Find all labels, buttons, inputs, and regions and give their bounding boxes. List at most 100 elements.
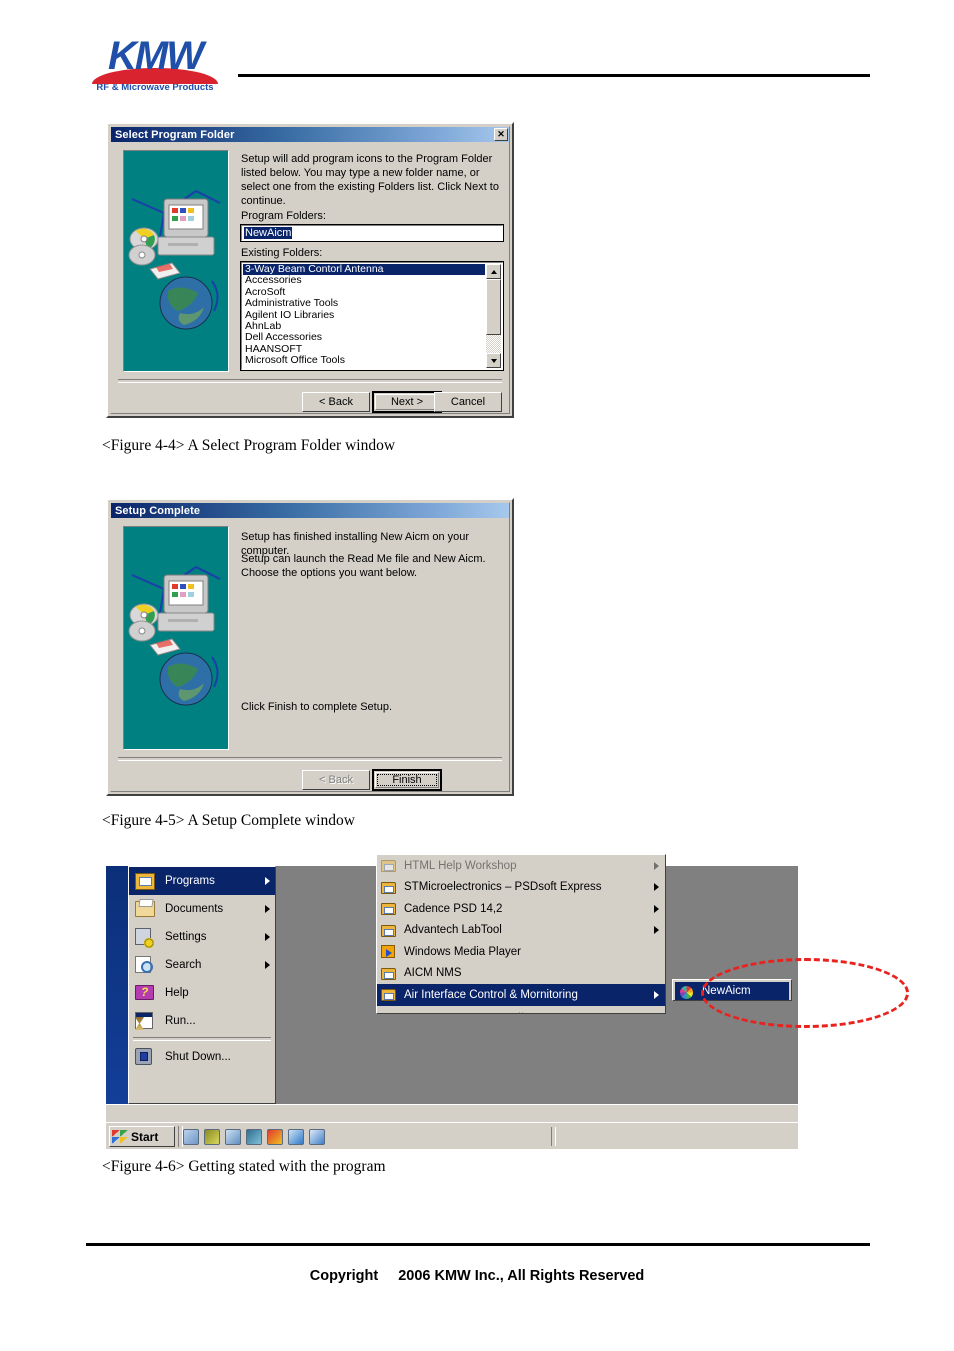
shutdown-icon (133, 1046, 157, 1068)
close-icon[interactable]: ✕ (494, 128, 508, 141)
chevron-right-icon (654, 926, 659, 935)
start-menu-item-label: Run... (165, 1015, 196, 1027)
program-folders-label: Program Folders: (241, 210, 326, 222)
submenu-item-stmicroelectronics-psdsoft-express[interactable]: STMicroelectronics – PSDsoft Express (377, 877, 665, 899)
start-menu-banner: Windows2000 Professional (106, 866, 128, 1104)
start-menu-item-help[interactable]: Help (129, 979, 275, 1007)
back-button[interactable]: < Back (302, 392, 370, 412)
installshield-artwork-panel: InstallShield (123, 526, 229, 750)
settings-gear-icon (133, 926, 157, 949)
chevron-right-icon (265, 877, 270, 885)
chevron-right-icon (265, 905, 270, 913)
chevron-right-icon (654, 861, 659, 870)
menu-separator (133, 1037, 271, 1041)
scrollbar-thumb[interactable] (486, 279, 501, 335)
scroll-up-icon[interactable] (486, 264, 501, 279)
back-button[interactable]: < Back (302, 770, 370, 790)
dialog-titlebar[interactable]: Setup Complete (111, 503, 509, 518)
existing-folders-items: 3-Way Beam Contorl Antenna Accessories Acr… (243, 263, 485, 367)
logo-wordmark: KMW (108, 34, 204, 78)
finish-button[interactable]: Finish (372, 769, 442, 791)
programs-folder-icon (133, 870, 157, 892)
finish-button-inner: Finish (375, 772, 439, 788)
chevron-right-icon (265, 933, 270, 941)
submenu-item-air-interface-control-mornitoring[interactable]: Air Interface Control & Mornitoring (377, 984, 665, 1006)
submenu-item-windows-media-player[interactable]: Windows Media Player (377, 941, 665, 963)
folder-icon (380, 858, 397, 873)
search-files-icon[interactable] (225, 1128, 241, 1145)
list-item[interactable]: Microsoft Office Tools (243, 354, 485, 366)
kmw-logo: KMW RF & Microwave Products (90, 36, 220, 96)
installshield-artwork-svg (124, 151, 228, 371)
submenu-item-newaicm[interactable]: NewAicm (675, 982, 789, 1000)
next-button[interactable]: Next > (372, 391, 442, 413)
scroll-down-icon[interactable] (486, 353, 501, 368)
start-button-label: Start (131, 1129, 159, 1144)
next-button-inner: Next > (375, 394, 439, 410)
chevron-right-icon (654, 990, 659, 999)
calculator-icon[interactable] (246, 1128, 262, 1145)
taskbar: Start (106, 1122, 798, 1149)
newaicm-pinwheel-icon (678, 984, 695, 999)
existing-folders-listbox[interactable]: 3-Way Beam Contorl Antenna Accessories Acr… (240, 261, 504, 371)
start-menu-item-documents[interactable]: Documents (129, 895, 275, 923)
setup-complete-dialog: Setup Complete Setup has finished instal… (106, 498, 514, 796)
document-page: KMW RF & Microwave Products Select Progr… (0, 0, 954, 1351)
programs-submenu[interactable]: HTML Help Workshop STMicroelectronics – P… (376, 854, 666, 1014)
start-menu-item-run[interactable]: Run... (129, 1007, 275, 1035)
start-menu-item-label: Shut Down... (165, 1051, 231, 1063)
setup-complete-line3: Click Finish to complete Setup. (241, 701, 393, 713)
listbox-scrollbar[interactable] (486, 264, 501, 368)
dialog-separator (118, 757, 502, 761)
windows-flag-icon (112, 1129, 128, 1144)
folder-icon (380, 923, 397, 938)
folder-icon (380, 966, 397, 981)
background-window-strip (106, 1104, 798, 1122)
submenu-item-aicm-nms[interactable]: AICM NMS (377, 963, 665, 985)
documents-folder-icon (133, 898, 157, 920)
dialog-titlebar[interactable]: Select Program Folder ✕ (111, 127, 509, 142)
internet-explorer-icon[interactable] (288, 1128, 304, 1145)
submenu-item-label: STMicroelectronics – PSDsoft Express (404, 881, 602, 894)
aicm-submenu[interactable]: NewAicm (672, 979, 792, 1001)
next-button-label: Next > (390, 396, 424, 408)
expand-menu-chevron-icon[interactable]: ⌄ (377, 1006, 665, 1014)
start-button[interactable]: Start (109, 1126, 175, 1147)
submenu-item-label: HTML Help Workshop (404, 859, 517, 872)
show-desktop-icon[interactable] (183, 1128, 199, 1145)
start-menu-item-settings[interactable]: Settings (129, 923, 275, 951)
figure-4-4-caption: <Figure 4-4> A Select Program Folder win… (102, 437, 396, 454)
dialog-title: Select Program Folder (115, 128, 235, 141)
footer-copyright: Copyright 2006 KMW Inc., All Rights Reser… (0, 1268, 954, 1284)
program-folders-input[interactable]: NewAicm (240, 224, 504, 242)
start-menu-item-label: Programs (165, 875, 215, 887)
submenu-item-cadence-psd-14-2[interactable]: Cadence PSD 14,2 (377, 898, 665, 920)
start-menu-item-programs[interactable]: Programs (129, 867, 275, 895)
submenu-item-html-help-workshop[interactable]: HTML Help Workshop (377, 855, 665, 877)
clock-icon[interactable] (204, 1128, 220, 1145)
start-menu-item-label: Help (165, 987, 189, 999)
submenu-item-label: Windows Media Player (404, 945, 521, 958)
cancel-button[interactable]: Cancel (434, 392, 502, 412)
outlook-express-icon[interactable] (309, 1128, 325, 1145)
list-item[interactable]: Administrative Tools (243, 297, 485, 309)
taskbar-grip[interactable] (551, 1127, 556, 1146)
installshield-artwork-panel: InstallShield (123, 150, 229, 372)
start-menu-item-label: Documents (165, 903, 224, 915)
dialog-instruction-text: Setup will add program icons to the Prog… (241, 153, 499, 207)
existing-folders-label: Existing Folders: (241, 247, 323, 259)
quick-launch-bar[interactable] (183, 1127, 325, 1146)
submenu-item-label: Advantech LabTool (404, 924, 502, 937)
chevron-right-icon (654, 883, 659, 892)
folder-icon (380, 987, 397, 1002)
back-button-label: < Back (319, 774, 353, 786)
media-icon[interactable] (267, 1128, 283, 1145)
run-icon (133, 1010, 157, 1032)
submenu-item-newaicm-label: NewAicm (702, 985, 751, 997)
start-menu[interactable]: Programs Documents Settings Search Help Run..… (128, 866, 276, 1104)
back-button-label: < Back (319, 396, 353, 408)
submenu-item-label: Air Interface Control & Mornitoring (404, 988, 578, 1001)
start-menu-item-shut-down[interactable]: Shut Down... (129, 1043, 275, 1071)
submenu-item-advantech-labtool[interactable]: Advantech LabTool (377, 920, 665, 942)
start-menu-item-search[interactable]: Search (129, 951, 275, 979)
